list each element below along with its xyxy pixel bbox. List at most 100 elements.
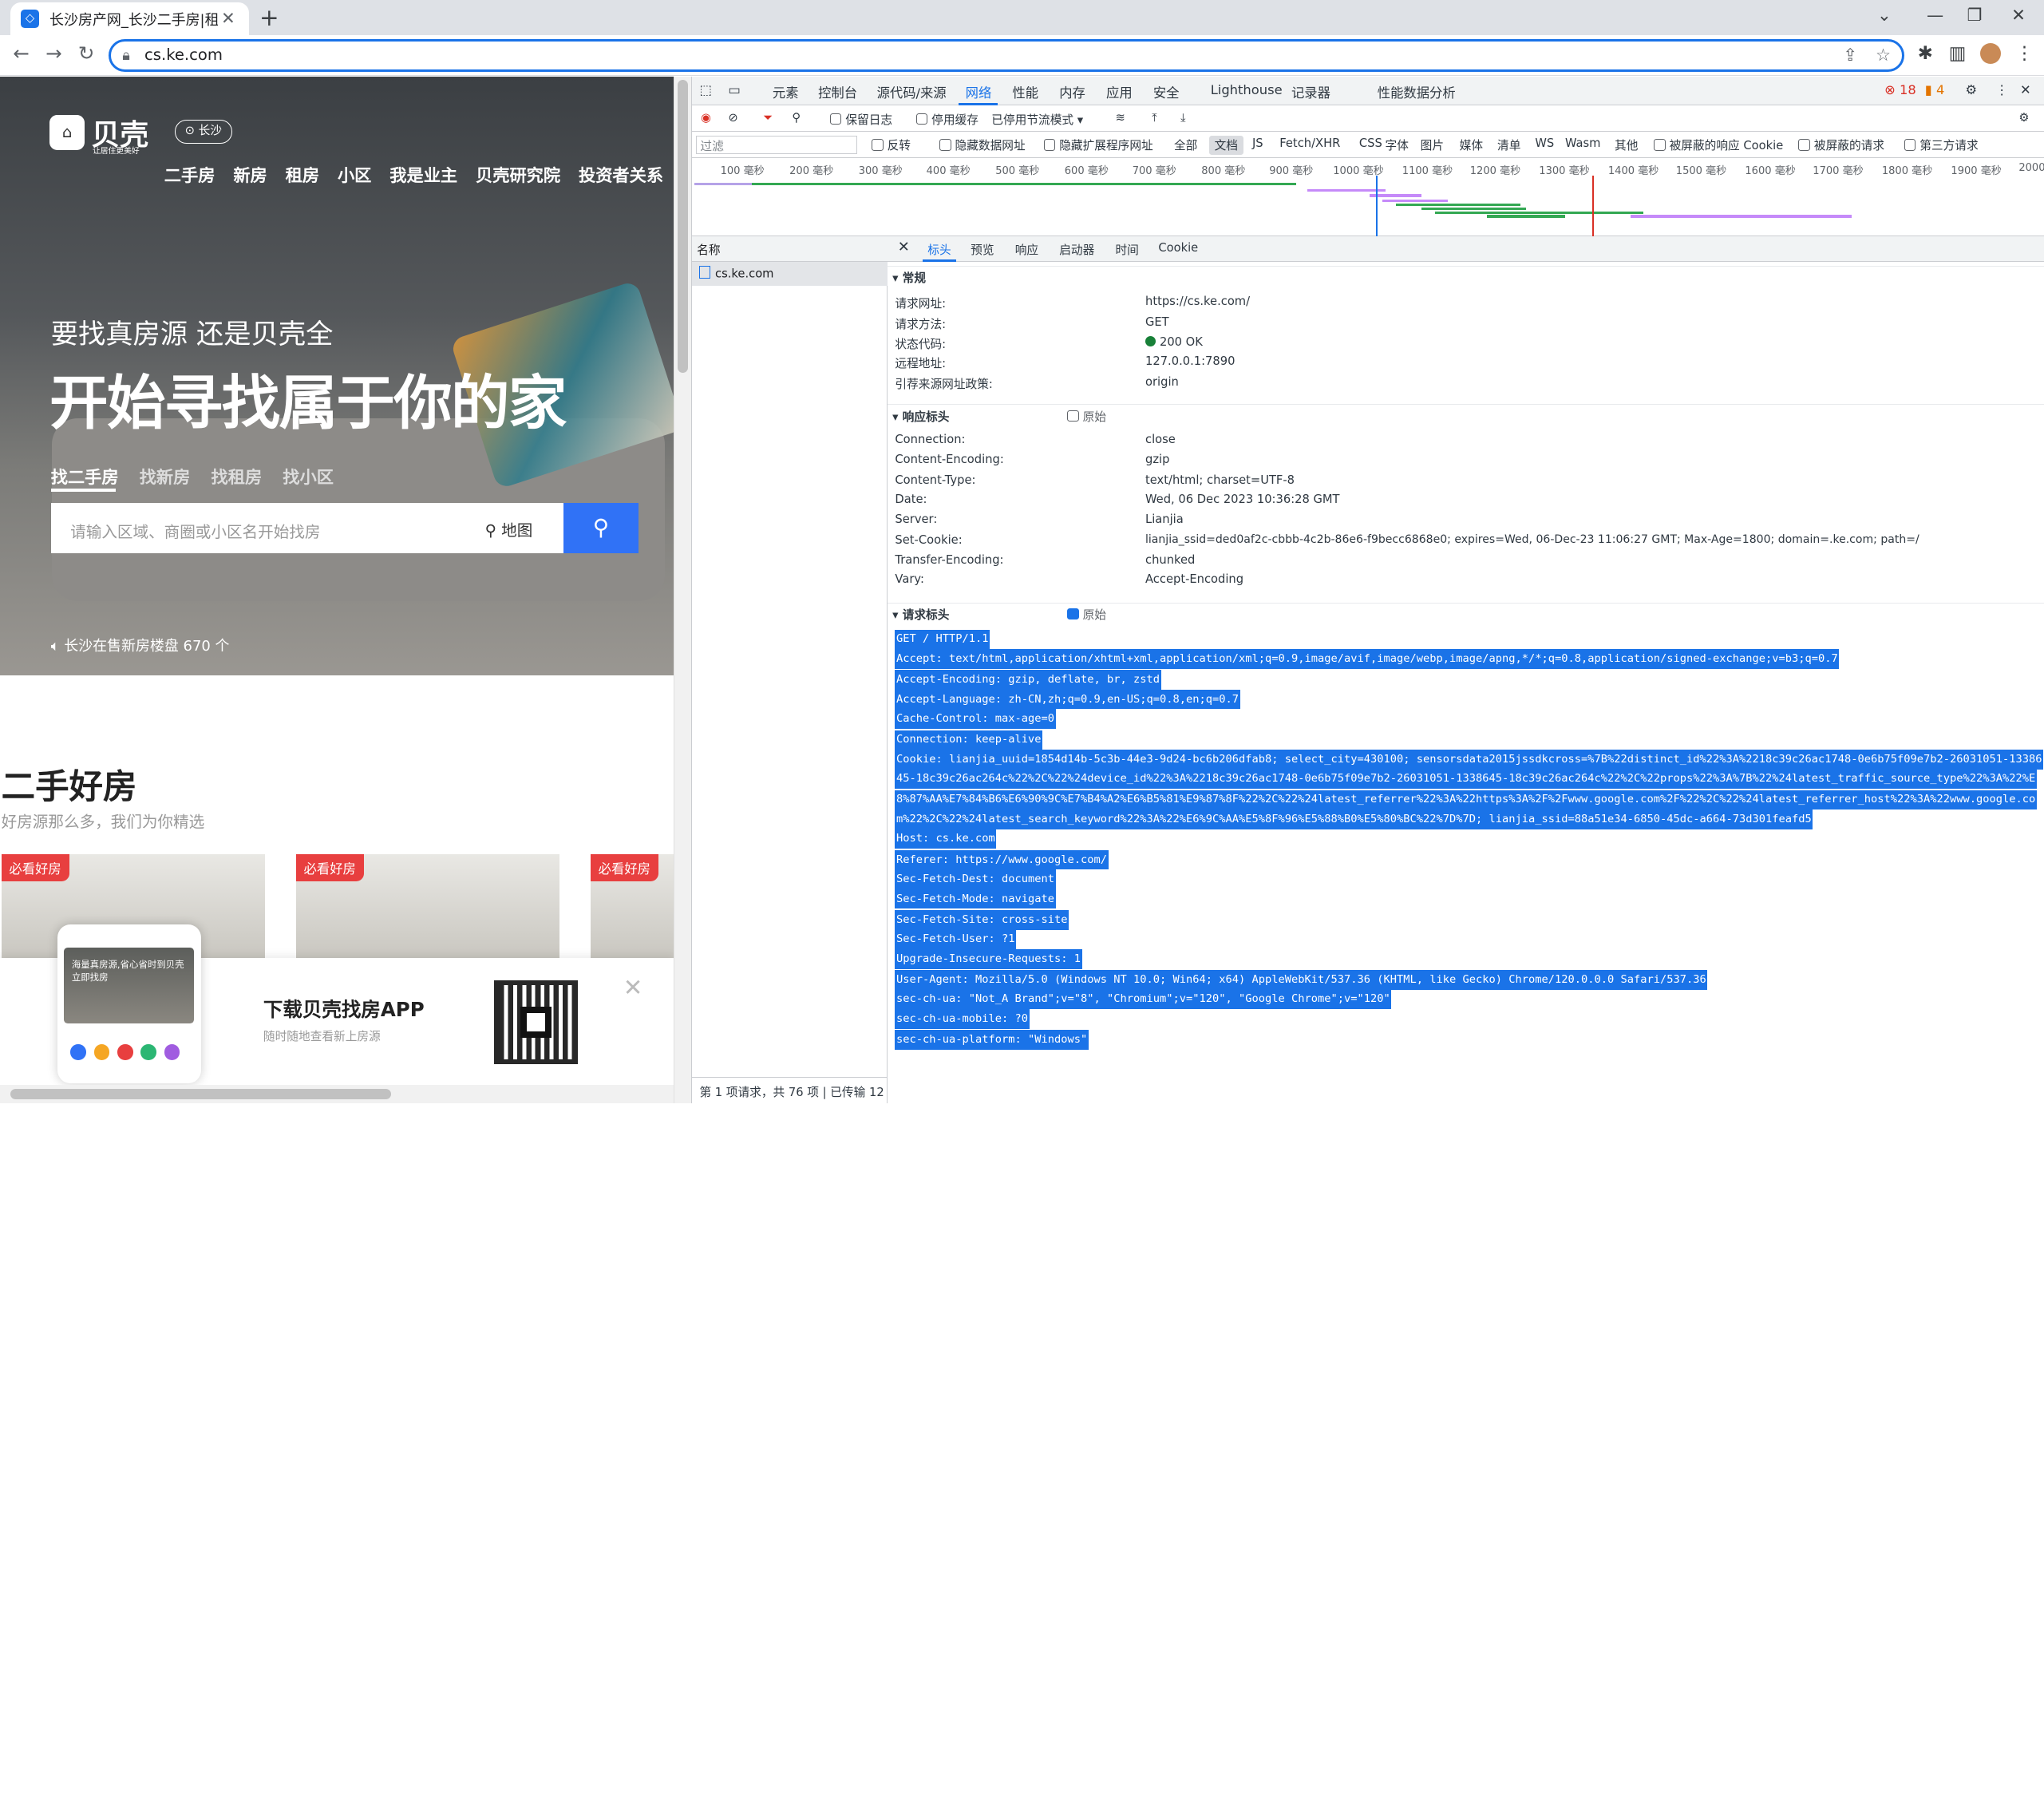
back-icon[interactable]: ← — [13, 42, 30, 65]
more-menu-icon[interactable]: ⋮ — [2015, 43, 2034, 64]
nav-item[interactable]: 小区 — [338, 162, 371, 187]
filter-input[interactable]: 过滤 — [695, 135, 858, 154]
name-column-header[interactable]: 名称 — [691, 236, 888, 263]
search-button[interactable]: ⚲ — [563, 503, 639, 553]
nav-item[interactable]: 投资者关系 — [579, 162, 663, 187]
tab-performance[interactable]: 性能 — [1012, 82, 1038, 101]
raw-toggle[interactable]: 原始 — [1067, 606, 1106, 623]
horizontal-scrollbar[interactable] — [0, 1084, 674, 1103]
side-panel-icon[interactable]: ▥ — [1949, 43, 1967, 64]
profile-avatar[interactable] — [1979, 42, 2002, 65]
minimize-icon[interactable]: — — [1927, 6, 1943, 26]
third-party-checkbox[interactable]: 第三方请求 — [1904, 137, 1979, 153]
tab-console[interactable]: 控制台 — [818, 82, 857, 101]
type-chip-fetch[interactable]: Fetch/XHR — [1275, 136, 1346, 152]
city-selector[interactable]: ⊙ 长沙 — [174, 120, 232, 144]
type-chip-img[interactable]: 图片 — [1415, 136, 1449, 155]
extensions-icon[interactable]: ✱ — [1918, 43, 1933, 64]
browser-tab[interactable]: ◇ 长沙房产网_长沙二手房|租房|新 ✕ — [10, 2, 249, 36]
tab-application[interactable]: 应用 — [1106, 82, 1133, 101]
device-toolbar-icon[interactable]: ▭ — [728, 82, 740, 97]
tab-initiator[interactable]: 启动器 — [1059, 241, 1094, 258]
tab-memory[interactable]: 内存 — [1059, 82, 1085, 101]
type-chip-doc[interactable]: 文档 — [1209, 135, 1243, 156]
hide-data-urls-checkbox[interactable]: 隐藏数据网址 — [939, 137, 1026, 153]
settings-icon[interactable]: ⚙ — [1965, 82, 1977, 97]
type-chip-all[interactable]: 全部 — [1168, 136, 1202, 155]
url-text[interactable]: cs.ke.com — [144, 46, 223, 64]
search-tab-new[interactable]: 找新房 — [140, 464, 191, 489]
map-search-button[interactable]: ⚲ 地图 — [485, 517, 533, 540]
request-row[interactable]: cs.ke.com — [691, 262, 888, 286]
request-headers-section[interactable]: ▾ 请求标头 原始 — [887, 602, 2044, 623]
brand-logo-icon[interactable]: ⌂ — [49, 114, 85, 150]
nav-item[interactable]: 租房 — [286, 162, 319, 187]
nav-item[interactable]: 我是业主 — [389, 162, 457, 187]
nav-item[interactable]: 新房 — [233, 162, 267, 187]
page-vertical-scrollbar[interactable] — [674, 77, 691, 1103]
tab-preview[interactable]: 预览 — [971, 241, 994, 258]
general-section-header[interactable]: ▾ 常规 — [887, 266, 2044, 287]
network-settings-icon[interactable]: ⚙ — [2018, 111, 2029, 125]
type-chip-manifest[interactable]: 清单 — [1492, 136, 1525, 155]
forward-icon[interactable]: → — [45, 42, 62, 65]
search-input[interactable]: 请输入区域、商圈或小区名开始找房 ⚲ 地图 — [50, 503, 563, 553]
nav-item[interactable]: 二手房 — [164, 162, 215, 187]
type-chip-ws[interactable]: WS — [1530, 136, 1560, 152]
scrollbar-thumb[interactable] — [677, 79, 688, 374]
network-conditions-icon[interactable]: ≋ — [1115, 111, 1125, 125]
throttle-select[interactable]: 已停用节流模式 ▾ — [991, 111, 1083, 128]
share-icon[interactable]: ⇪ — [1843, 46, 1857, 65]
bookmark-star-icon[interactable]: ☆ — [1876, 46, 1891, 65]
search-tab-rent[interactable]: 找租房 — [212, 464, 263, 489]
raw-toggle[interactable]: 原始 — [1067, 408, 1106, 425]
reload-icon[interactable]: ↻ — [78, 42, 95, 65]
record-icon[interactable]: ◉ — [701, 111, 711, 125]
tab-response[interactable]: 响应 — [1015, 241, 1038, 258]
tab-network[interactable]: 网络 — [966, 82, 992, 101]
restore-icon[interactable]: ❐ — [1967, 6, 1983, 26]
blocked-cookies-checkbox[interactable]: 被屏蔽的响应 Cookie — [1654, 137, 1783, 153]
tab-cookies[interactable]: Cookie — [1158, 241, 1198, 255]
search-icon[interactable]: ⚲ — [792, 111, 801, 125]
type-chip-js[interactable]: JS — [1247, 136, 1268, 152]
error-count[interactable]: ⊗ 18 — [1884, 82, 1916, 97]
tab-lighthouse[interactable]: Lighthouse — [1211, 82, 1283, 97]
blocked-requests-checkbox[interactable]: 被屏蔽的请求 — [1798, 137, 1884, 153]
tab-perf-insights[interactable]: 性能数据分析 — [1378, 82, 1456, 101]
tab-security[interactable]: 安全 — [1153, 82, 1180, 101]
disable-cache-checkbox[interactable]: 停用缓存 — [915, 111, 979, 128]
network-overview[interactable]: 100 毫秒 200 毫秒 300 毫秒 400 毫秒 500 毫秒 600 毫… — [691, 158, 2044, 236]
response-headers-section[interactable]: ▾ 响应标头 原始 — [887, 404, 2044, 425]
preserve-log-checkbox[interactable]: 保留日志 — [829, 111, 892, 128]
export-har-icon[interactable]: ⤓ — [1180, 111, 1186, 125]
address-bar[interactable]: 🔒︎ cs.ke.com ⇪ ☆ — [108, 38, 1905, 72]
scrollbar-thumb[interactable] — [10, 1088, 391, 1099]
type-chip-other[interactable]: 其他 — [1609, 136, 1643, 155]
window-close-icon[interactable]: ✕ — [2011, 6, 2026, 26]
close-details-icon[interactable]: ✕ — [898, 239, 910, 255]
filter-icon[interactable]: ⏷ — [763, 111, 773, 125]
type-chip-media[interactable]: 媒体 — [1454, 136, 1488, 155]
type-chip-wasm[interactable]: Wasm — [1560, 136, 1606, 152]
search-tab-community[interactable]: 找小区 — [283, 464, 334, 489]
lock-icon[interactable]: 🔒︎ — [122, 47, 130, 64]
inspect-icon[interactable]: ⬚ — [699, 82, 711, 97]
search-tab-secondhand[interactable]: 找二手房 — [51, 464, 119, 489]
nav-item[interactable]: 贝壳研究院 — [476, 162, 560, 187]
clear-icon[interactable]: ⊘ — [728, 111, 737, 125]
hide-ext-urls-checkbox[interactable]: 隐藏扩展程序网址 — [1043, 137, 1153, 153]
banner-close-icon[interactable]: ✕ — [623, 974, 643, 1001]
import-har-icon[interactable]: ⤒ — [1152, 111, 1157, 125]
warning-count[interactable]: ▮ 4 — [1925, 82, 1945, 97]
invert-checkbox[interactable]: 反转 — [872, 137, 911, 153]
devtools-close-icon[interactable]: ✕ — [2020, 82, 2031, 97]
type-chip-font[interactable]: 字体 — [1380, 136, 1413, 155]
tab-timing[interactable]: 时间 — [1115, 241, 1138, 258]
tab-headers[interactable]: 标头 — [927, 241, 951, 258]
devtools-menu-icon[interactable]: ⋮ — [1995, 82, 2008, 97]
tab-elements[interactable]: 元素 — [773, 82, 799, 101]
new-tab-icon[interactable]: + — [259, 4, 279, 31]
tab-recorder[interactable]: 记录器 — [1291, 82, 1330, 101]
tab-sources[interactable]: 源代码/来源 — [877, 82, 947, 101]
